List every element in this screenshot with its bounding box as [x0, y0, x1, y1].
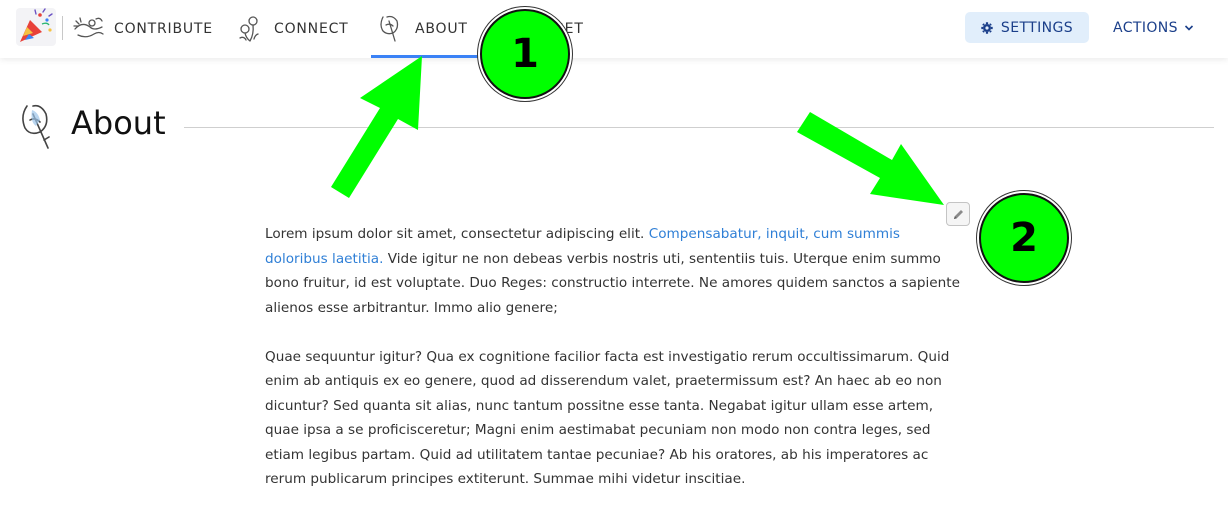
actions-label: ACTIONS — [1113, 19, 1178, 36]
page-title: About — [71, 104, 166, 142]
annotation-marker-2: 2 — [979, 193, 1069, 283]
settings-label: SETTINGS — [1000, 19, 1074, 36]
about-content: Lorem ipsum dolor sit amet, consectetur … — [265, 222, 965, 516]
nav-item-contribute[interactable]: CONTRIBUTE — [72, 0, 213, 58]
actions-dropdown[interactable]: ACTIONS — [1113, 12, 1194, 43]
about-page-icon — [18, 100, 58, 152]
top-navigation: CONTRIBUTE CONNECT ABOUT BUDGET — [0, 0, 1228, 58]
flowers-icon — [239, 16, 259, 42]
paragraph-2: Quae sequuntur igitur? Qua ex cognitione… — [265, 348, 950, 488]
hand-pen-icon — [380, 15, 399, 42]
nav-item-connect[interactable]: CONNECT — [236, 0, 349, 58]
logo-divider — [62, 16, 63, 40]
chevron-down-icon — [1184, 24, 1194, 31]
nav-label: CONTRIBUTE — [114, 21, 213, 37]
paragraph-1: Lorem ipsum dolor sit amet, consectetur … — [265, 226, 960, 316]
nav-label: ABOUT — [415, 21, 468, 37]
settings-button[interactable]: SETTINGS — [965, 12, 1089, 43]
hands-icon — [73, 17, 104, 38]
gear-icon — [981, 21, 993, 34]
title-divider — [184, 127, 1214, 128]
party-popper-logo[interactable] — [16, 8, 56, 46]
nav-item-about[interactable]: ABOUT — [371, 0, 479, 58]
nav-label: CONNECT — [274, 21, 349, 37]
pencil-icon — [953, 209, 963, 219]
annotation-marker-1: 1 — [480, 9, 570, 99]
